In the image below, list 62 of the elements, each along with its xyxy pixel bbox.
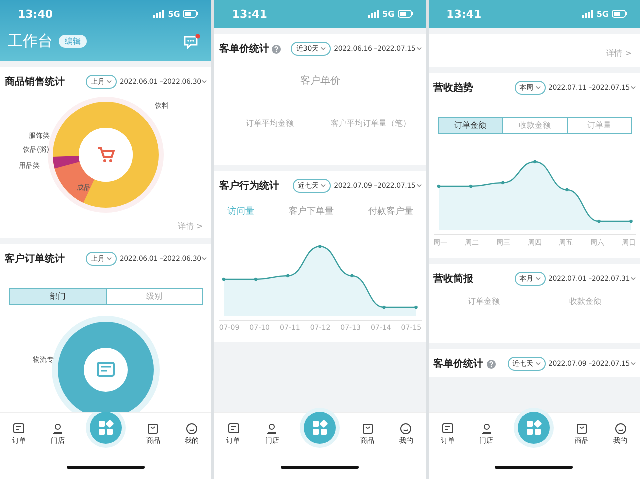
network-label: 5G (596, 10, 609, 18)
caret-icon (202, 80, 208, 84)
document-icon (442, 422, 454, 434)
signal-icon (582, 10, 594, 18)
smiley-icon (614, 422, 627, 434)
section-title: 客户订单统计 (5, 252, 65, 266)
network-label: 5G (382, 10, 395, 18)
caret-icon (106, 257, 112, 261)
smiley-icon (400, 422, 412, 434)
signal-icon (368, 10, 380, 18)
grid-icon (98, 420, 114, 436)
battery-icon (183, 10, 200, 18)
caret-icon (630, 86, 636, 90)
segment-tab[interactable]: 订单金额 (438, 118, 504, 133)
segment-tab[interactable]: 部门 (10, 289, 107, 304)
caret-icon (416, 184, 422, 188)
person-icon (266, 422, 278, 434)
section-title: 商品销售统计 (5, 75, 65, 89)
section-title: 客单价统计 (219, 42, 270, 56)
caret-icon (536, 362, 540, 366)
caret-icon (536, 86, 540, 90)
metric-label: 订单金额 (468, 296, 500, 307)
section-title: 客户行为统计 (219, 179, 280, 193)
metric-label: 订单平均金额 (246, 118, 294, 129)
metric-label: 收款金额 (569, 296, 602, 307)
person-icon (480, 422, 493, 434)
status-time: 13:40 (18, 8, 54, 20)
workspace-button[interactable] (518, 412, 550, 444)
network-label: 5G (168, 10, 180, 18)
workspace-button[interactable] (304, 412, 336, 444)
smiley-icon (186, 422, 198, 434)
section-title: 客单价统计 (434, 357, 484, 371)
caret-icon (630, 362, 636, 366)
document-icon (13, 422, 26, 434)
bag-icon (576, 422, 588, 434)
help-icon[interactable] (272, 44, 282, 54)
caret-icon (536, 277, 540, 281)
grid-icon (526, 420, 542, 436)
caret-icon (106, 80, 112, 84)
signal-icon (153, 10, 166, 18)
caret-icon (321, 47, 326, 51)
workspace-button[interactable] (90, 412, 122, 444)
bag-icon (147, 422, 160, 434)
person-icon (52, 422, 64, 434)
caret-icon (630, 277, 636, 281)
caret-icon (416, 47, 422, 51)
message-icon[interactable] (183, 34, 202, 50)
battery-icon (612, 10, 628, 18)
battery-icon (398, 10, 414, 18)
section-title: 营收简报 (434, 272, 474, 286)
document-icon (228, 422, 240, 434)
caret-icon (202, 257, 208, 261)
caret-icon (321, 184, 326, 188)
page-title: 工作台 (8, 32, 53, 51)
bag-icon (362, 422, 374, 434)
status-time: 13:41 (232, 8, 268, 20)
status-time: 13:41 (446, 8, 482, 20)
section-title: 营收趋势 (434, 82, 474, 95)
grid-icon (312, 420, 328, 436)
metric-label: 客户平均订单量（笔） (331, 118, 412, 129)
help-icon[interactable] (486, 360, 496, 368)
metric-title: 客户单价 (299, 74, 342, 88)
